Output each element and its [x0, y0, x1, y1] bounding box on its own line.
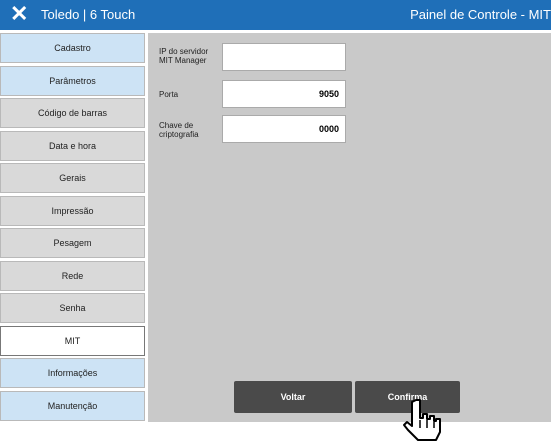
sidebar-item-manutencao[interactable]: Manutenção: [0, 390, 145, 421]
sidebar-item-informacoes[interactable]: Informações: [0, 358, 145, 388]
port-field[interactable]: 9050: [222, 80, 346, 108]
sidebar-item-label: Informações: [47, 368, 98, 378]
hand-pointer-icon: [403, 399, 441, 441]
sidebar-item-codigo-de-barras[interactable]: Código de barras: [0, 98, 145, 128]
app-title: Toledo | 6 Touch: [41, 7, 136, 22]
sidebar-item-impressao[interactable]: Impressão: [0, 195, 145, 226]
settings-panel: IP do servidor MIT Manager Porta 9050 Ch…: [148, 33, 551, 422]
sidebar-item-label: Gerais: [59, 173, 86, 183]
sidebar-item-label: Senha: [59, 303, 86, 313]
sidebar-item-label: Parâmetros: [49, 75, 96, 86]
sidebar-item-mit[interactable]: MIT: [0, 325, 145, 356]
sidebar-item-rede[interactable]: Rede: [0, 260, 145, 291]
page-title: Painel de Controle - MIT: [410, 7, 551, 22]
sidebar-item-pesagem[interactable]: Pesagem: [0, 228, 145, 258]
sidebar-item-parametros[interactable]: Parâmetros: [0, 65, 145, 96]
sidebar-item-label: Cadastro: [54, 43, 91, 53]
sidebar-item-data-e-hora[interactable]: Data e hora: [0, 130, 145, 161]
server-ip-label: IP do servidor MIT Manager: [159, 47, 209, 65]
sidebar-item-cadastro[interactable]: Cadastro: [0, 33, 145, 63]
close-icon[interactable]: ✕: [10, 3, 28, 25]
title-bar: ✕ Toledo | 6 Touch Painel de Controle - …: [0, 0, 551, 30]
sidebar-item-label: MIT: [64, 335, 81, 346]
server-ip-field[interactable]: [222, 43, 346, 71]
sidebar-item-label: Rede: [61, 270, 84, 281]
port-label: Porta: [159, 90, 179, 99]
sidebar-item-label: Impressão: [51, 205, 94, 216]
sidebar: Cadastro Parâmetros Código de barras Dat…: [0, 33, 147, 423]
sidebar-item-label: Pesagem: [53, 238, 92, 248]
sidebar-item-gerais[interactable]: Gerais: [0, 163, 145, 193]
sidebar-item-label: Código de barras: [37, 108, 108, 118]
sidebar-item-label: Manutenção: [47, 400, 98, 411]
sidebar-item-senha[interactable]: Senha: [0, 293, 145, 323]
sidebar-item-label: Data e hora: [48, 140, 97, 151]
crypto-key-label: Chave de criptografia: [159, 121, 199, 139]
back-button[interactable]: Voltar: [234, 381, 352, 413]
crypto-key-field[interactable]: 0000: [222, 115, 346, 143]
